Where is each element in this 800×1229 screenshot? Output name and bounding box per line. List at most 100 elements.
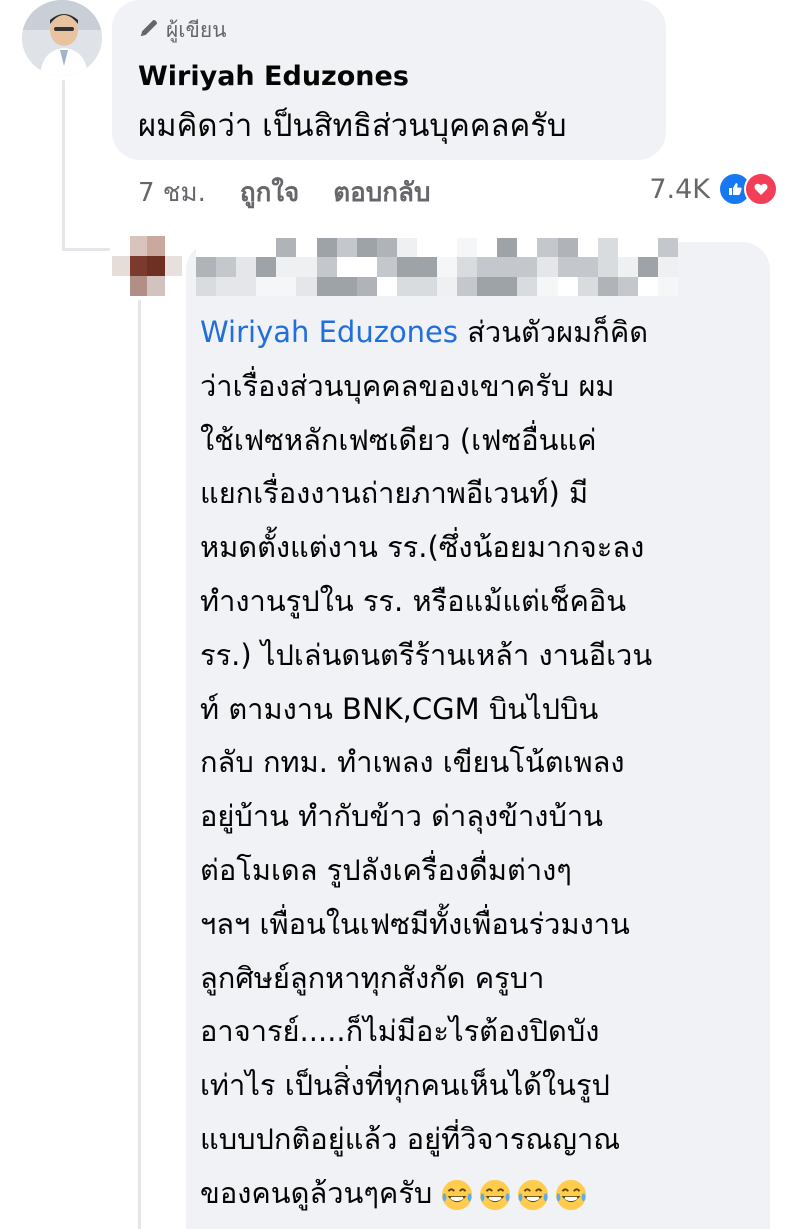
pixel-block: [276, 276, 297, 296]
reply-line: แยกเรื่องงานถ่ายภาพอีเวนท์) มี: [200, 476, 589, 511]
pixel-block: [457, 276, 478, 296]
author-badge-label: ผู้เขียน: [166, 18, 227, 42]
pixel-block: [537, 276, 558, 296]
pixel-block: [296, 238, 317, 258]
parent-comment-text: ผมคิดว่า เป็นสิทธิส่วนบุคคลครับ: [138, 108, 567, 144]
reply-line: ใช้เฟซหลักเฟซเดียว (เฟซอื่นแค่: [200, 422, 597, 457]
reply-comment-text: Wiriyah Eduzones ส่วนตัวผมก็คิด ว่าเรื่อ…: [200, 306, 760, 1221]
reply-line: หมดตั้งแต่งาน รร.(ซึ่งน้อยมากจะลง: [200, 530, 645, 565]
reply-line: ฯลฯ เพื่อนในเฟซมีทั้งเพื่อนร่วมงาน: [200, 906, 630, 941]
pixel-block: [557, 238, 578, 258]
reply-line: รร.) ไปเล่นดนตรีร้านเหล้า งานอีเวน: [200, 637, 653, 672]
pixel-block: [256, 257, 277, 277]
pixel-block: [336, 276, 357, 296]
pixel-block: [376, 257, 397, 277]
reply-line: กลับ กทม. ทำเพลง เขียนโน้ตเพลง: [200, 745, 625, 780]
pixel-block: [597, 257, 618, 277]
pixel-block: [657, 257, 678, 277]
pixel-block: [336, 238, 357, 258]
pixel-block: [196, 238, 217, 258]
pixel-block: [296, 276, 317, 296]
reply-line: ว่าเรื่องส่วนบุคคลของเขาครับ ผม: [200, 368, 615, 403]
pixel-block: [617, 238, 638, 258]
thread-connector-horizontal: [62, 248, 110, 251]
pixel-block: [617, 257, 638, 277]
reaction-count: 7.4K: [649, 173, 710, 205]
reply-line: แบบปกติอยู่แล้ว อยู่ที่วิจารณญาณ: [200, 1121, 621, 1156]
pixel-block: [537, 257, 558, 277]
reply-line: ท์ ตามงาน BNK,CGM บินไปบิน: [200, 691, 599, 726]
pixel-block: [356, 276, 377, 296]
author-name-link[interactable]: Wiriyah Eduzones: [138, 61, 640, 92]
reply-line: ของคนดูล้วนๆครับ: [200, 1167, 760, 1221]
reply-line: ทำงานรูปใน รร. หรือแม้แต่เช็คอิน: [200, 583, 627, 618]
pixel-block: [657, 238, 678, 258]
pixel-block: [216, 257, 237, 277]
reply-line: อาจารย์.....ก็ไม่มีอะไรต้องปิดบัง: [200, 1014, 600, 1049]
reply-author-name-pixelated[interactable]: [196, 238, 678, 296]
author-badge: ผู้เขียน: [138, 14, 640, 47]
pixel-block: [437, 238, 458, 258]
comment-timestamp[interactable]: 7 ชม.: [138, 172, 206, 213]
reply-line: อยู่บ้าน ทำกับข้าว ด่าลุงข้างบ้าน: [200, 799, 603, 834]
love-icon: [744, 172, 778, 206]
pixel-block: [637, 257, 658, 277]
parent-comment-bubble: ผู้เขียน Wiriyah Eduzones ผมคิดว่า เป็นส…: [112, 0, 666, 160]
pixel-block: [657, 276, 678, 296]
reply-line: ลูกศิษย์ลูกหาทุกสังกัด ครูบา: [200, 960, 545, 995]
laughing-crying-emoji: [480, 1179, 511, 1210]
pixel-block: [256, 276, 277, 296]
pixel-block: [457, 238, 478, 258]
pixel-block: [557, 257, 578, 277]
pixel-block: [416, 257, 437, 277]
pixel-block: [416, 238, 437, 258]
reply-line: Wiriyah Eduzones ส่วนตัวผมก็คิด: [200, 315, 649, 349]
pixel-block: [497, 238, 518, 258]
pixel-block: [437, 257, 458, 277]
pixel-block: [517, 276, 538, 296]
pixel-block: [356, 238, 377, 258]
pixel-block: [477, 276, 498, 296]
pixel-block: [597, 238, 618, 258]
emoji-group: [440, 1178, 588, 1212]
reply-connector-vertical: [138, 300, 141, 1229]
laughing-crying-emoji: [556, 1179, 587, 1210]
pixel-block: [216, 276, 237, 296]
pixel-block: [396, 257, 417, 277]
pixel-block: [477, 238, 498, 258]
pixel-block: [276, 257, 297, 277]
pixel-block: [196, 257, 217, 277]
reply-line: เท่าไร เป็นสิ่งที่ทุกคนเห็นได้ในรูป: [200, 1068, 610, 1103]
pixel-block: [437, 276, 458, 296]
pixel-block: [376, 238, 397, 258]
reactions-summary[interactable]: 7.4K: [649, 172, 778, 206]
pixel-block: [637, 238, 658, 258]
pixel-block: [597, 276, 618, 296]
mention-link[interactable]: Wiriyah Eduzones: [200, 315, 458, 349]
pixel-block: [577, 276, 598, 296]
pixel-block: [396, 276, 417, 296]
pixel-block: [617, 276, 638, 296]
pixel-block: [276, 238, 297, 258]
laughing-crying-emoji: [442, 1179, 473, 1210]
author-avatar[interactable]: [22, 0, 102, 76]
pixel-block: [577, 238, 598, 258]
like-button[interactable]: ถูกใจ: [240, 172, 299, 213]
pixel-block: [336, 257, 357, 277]
thread-connector-vertical: [62, 80, 65, 250]
pixel-block: [236, 238, 257, 258]
pixel-block: [637, 276, 658, 296]
pixel-block: [196, 276, 217, 296]
pencil-icon: [138, 17, 160, 44]
pixel-block: [316, 276, 337, 296]
pixel-block: [517, 257, 538, 277]
pixel-block: [517, 238, 538, 258]
pixel-block: [236, 257, 257, 277]
pixel-block: [256, 238, 277, 258]
pixel-block: [537, 238, 558, 258]
reply-button[interactable]: ตอบกลับ: [333, 172, 430, 213]
pixel-block: [356, 257, 377, 277]
reply-author-avatar-pixelated[interactable]: [112, 236, 182, 296]
pixel-block: [557, 276, 578, 296]
pixel-block: [497, 276, 518, 296]
